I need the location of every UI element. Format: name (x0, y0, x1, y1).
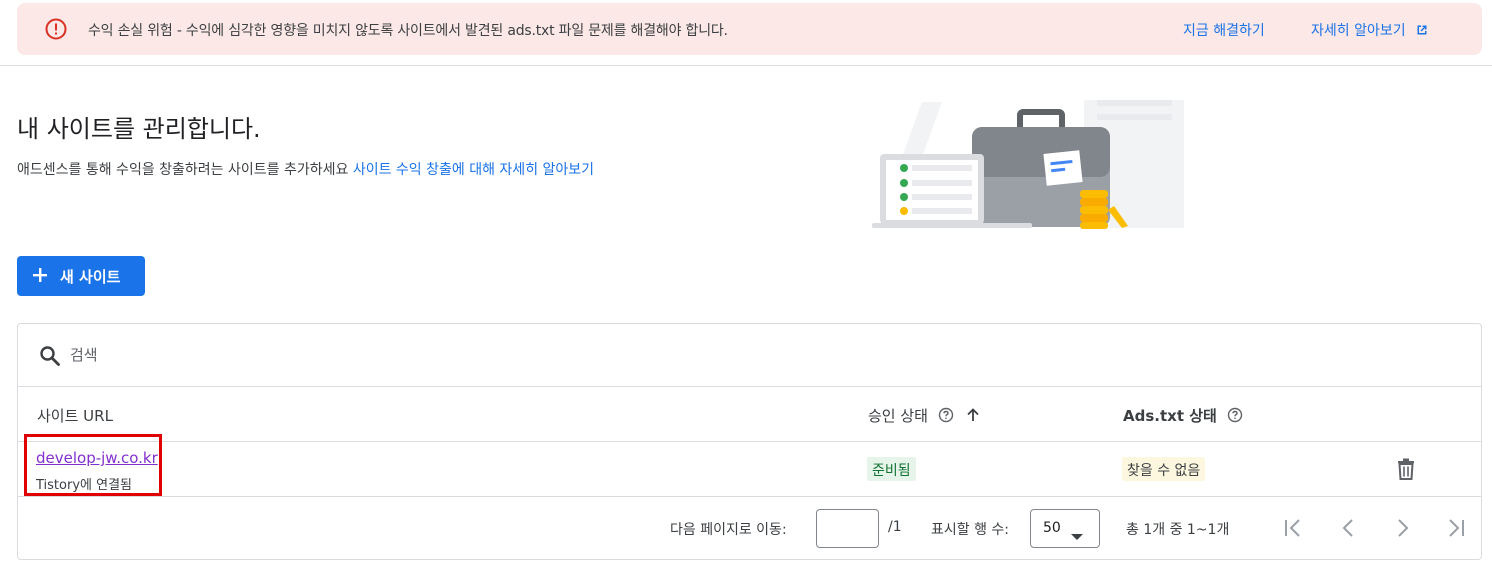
table-header-row: 사이트 URL 승인 상태 Ads.txt 상태 (18, 387, 1481, 442)
help-icon[interactable] (1227, 407, 1243, 427)
external-link-icon (1416, 24, 1428, 40)
row-range-text: 총 1개 중 1~1개 (1126, 522, 1230, 538)
search-icon (38, 344, 62, 372)
caret-down-icon (1071, 526, 1083, 545)
highlight-box (24, 434, 162, 496)
page-description: 애드센스를 통해 수익을 창출하려는 사이트를 추가하세요 사이트 수익 창출에… (17, 159, 594, 179)
last-page-icon[interactable] (1443, 515, 1469, 541)
rows-per-page-value: 50 (1043, 520, 1061, 536)
warning-message: 수익 손실 위험 - 수익에 심각한 영향을 미치지 않도록 사이트에서 발견된… (88, 23, 728, 39)
sort-ascending-icon[interactable] (965, 407, 981, 427)
page-description-text: 애드센스를 통해 수익을 창출하려는 사이트를 추가하세요 (17, 162, 349, 178)
error-icon (45, 18, 67, 40)
column-header-ads-txt-status[interactable]: Ads.txt 상태 (1123, 405, 1243, 427)
banner-divider (0, 65, 1492, 66)
goto-page-label: 다음 페이지로 이동: (670, 522, 787, 538)
ads-txt-status-chip: 찾을 수 없음 (1122, 457, 1206, 481)
new-site-label: 새 사이트 (60, 268, 121, 286)
help-icon[interactable] (938, 407, 954, 427)
total-pages: /1 (888, 519, 902, 535)
ads-txt-warning-banner: 수익 손실 위험 - 수익에 심각한 영향을 미치지 않도록 사이트에서 발견된… (17, 3, 1482, 55)
page-title: 내 사이트를 관리합니다. (17, 115, 261, 143)
search-input[interactable] (70, 342, 670, 368)
learn-more-link[interactable]: 자세히 알아보기 (1311, 20, 1428, 40)
new-site-button[interactable]: 새 사이트 (17, 256, 145, 296)
table-row: develop-jw.co.kr Tistory에 연결됨 준비됨 찾을 수 없… (18, 434, 1481, 497)
previous-page-icon[interactable] (1336, 515, 1362, 541)
sites-table-card: 사이트 URL 승인 상태 Ads.txt 상태 (17, 323, 1482, 560)
column-header-site-url[interactable]: 사이트 URL (37, 405, 113, 426)
plus-icon (32, 267, 48, 287)
next-page-icon[interactable] (1389, 515, 1415, 541)
trash-icon[interactable] (1395, 457, 1417, 485)
learn-more-label: 자세히 알아보기 (1311, 23, 1406, 39)
fix-now-link[interactable]: 지금 해결하기 (1183, 20, 1265, 40)
approval-status-label: 승인 상태 (868, 407, 928, 425)
pagination: 다음 페이지로 이동: /1 표시할 행 수: 50 총 1개 중 1~1개 (18, 497, 1481, 560)
rows-per-page-select[interactable]: 50 (1030, 509, 1100, 548)
monetization-learn-more-link[interactable]: 사이트 수익 창출에 대해 자세히 알아보기 (353, 162, 594, 178)
ads-txt-status-label: Ads.txt 상태 (1123, 407, 1217, 425)
approval-status-chip: 준비됨 (867, 457, 916, 481)
sites-illustration (862, 92, 1192, 232)
first-page-icon[interactable] (1280, 515, 1306, 541)
page-number-input[interactable] (816, 509, 879, 548)
rows-per-page-label: 표시할 행 수: (931, 522, 1010, 538)
column-header-approval-status[interactable]: 승인 상태 (868, 405, 981, 427)
search-bar (18, 324, 1481, 387)
